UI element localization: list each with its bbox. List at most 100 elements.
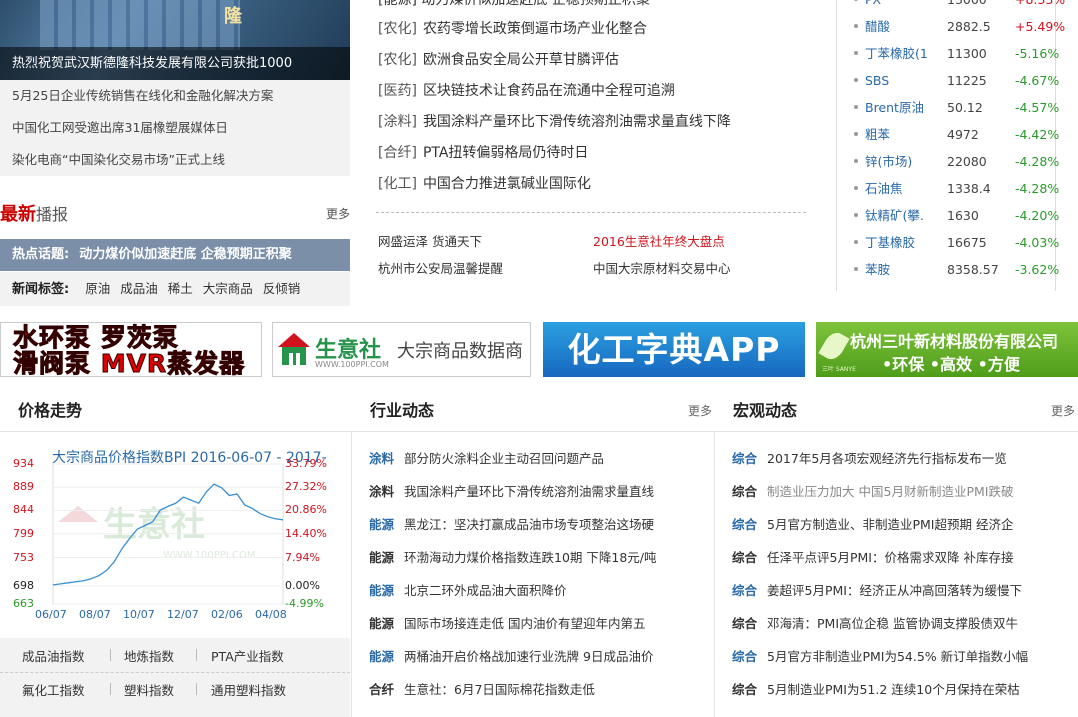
news-item[interactable]: 能源 黑龙江：坚决打赢成品油市场专项整治这场硬	[369, 516, 699, 534]
news-text[interactable]: 部分防火涂料企业主动召回问题产品	[404, 451, 604, 466]
news-item[interactable]: [化工] 中国合力推进氯碱业国际化	[378, 174, 798, 194]
commodity-name[interactable]: SBS	[865, 67, 889, 94]
commodity-name[interactable]: 苯胺	[865, 256, 890, 283]
news-item[interactable]: 综合 姜超评5月PMI：经济正从冲高回落转为缓慢下	[732, 582, 1062, 600]
news-item[interactable]: [能源] 动力煤价似加速赶底 企稳预期正积聚	[378, 0, 798, 10]
news-text[interactable]: 欧洲食品安全局公开草甘膦评估	[423, 52, 619, 68]
news-item[interactable]: 能源 国际市场接连走低 国内油价有望迎年内第五	[369, 615, 699, 633]
news-item[interactable]: [医药] 区块链技术让食药品在流通中全程可追溯	[378, 81, 798, 101]
news-category[interactable]: 综合	[732, 682, 757, 697]
industry-more-link[interactable]: 更多	[688, 402, 712, 419]
news-item[interactable]: 能源 北京二环外成品油大面积降价	[369, 582, 699, 600]
news-category[interactable]: 综合	[732, 517, 757, 532]
promo-link[interactable]: 网盛运泽 货通天下	[378, 231, 482, 250]
index-link[interactable]: 塑料指数	[124, 680, 174, 699]
tag-link[interactable]: 原油	[85, 281, 110, 296]
commodity-name[interactable]: 钛精矿(攀.	[865, 202, 924, 229]
news-item[interactable]: 综合 任泽平点评5月PMI：价格需求双降 补库存接	[732, 549, 1062, 567]
news-category[interactable]: 综合	[732, 550, 757, 565]
news-category[interactable]: 综合	[732, 451, 757, 466]
news-text[interactable]: 国际市场接连走低 国内油价有望迎年内第五	[404, 616, 645, 631]
news-item[interactable]: 综合 5月官方非制造业PMI为54.5% 新订单指数小幅	[732, 648, 1062, 666]
promo-link[interactable]: 中国大宗原材料交易中心	[593, 258, 731, 277]
price-row[interactable]: PX 13000 +8.33%	[837, 0, 1078, 13]
news-text[interactable]: 制造业压力加大 中国5月财新制造业PMI跌破	[767, 484, 1013, 499]
promo-link[interactable]: 杭州市公安局温馨提醒	[378, 258, 503, 277]
news-text[interactable]: 5月官方制造业、非制造业PMI超预期 经济企	[767, 517, 1013, 532]
news-item[interactable]: 综合 制造业压力加大 中国5月财新制造业PMI跌破	[732, 483, 1062, 501]
price-row[interactable]: 石油焦 1338.4 -4.28%	[837, 175, 1078, 202]
news-category[interactable]: 能源	[369, 616, 394, 631]
news-category[interactable]: 能源	[369, 550, 394, 565]
news-text[interactable]: 生意社：6月7日国际棉花指数走低	[404, 682, 595, 697]
commodity-name[interactable]: 丁基橡胶	[865, 229, 915, 256]
news-text[interactable]: 农药零增长政策倒逼市场产业化整合	[423, 21, 647, 37]
commodity-name[interactable]: Brent原油	[865, 94, 924, 121]
news-category[interactable]: 涂料	[369, 451, 394, 466]
news-item[interactable]: 综合 邓海清：PMI高位企稳 监管协调支撑股债双牛	[732, 615, 1062, 633]
news-category[interactable]: 涂料	[369, 484, 394, 499]
news-category[interactable]: 能源	[369, 517, 394, 532]
index-link[interactable]: 氟化工指数	[22, 680, 85, 699]
news-item[interactable]: [合纤] PTA扭转偏弱格局仍待时日	[378, 143, 798, 163]
news-text[interactable]: 我国涂料产量环比下滑传统溶剂油需求量直线下降	[423, 114, 731, 130]
ad-sanye-banner[interactable]: 三叶 SANYE 杭州三叶新材料股份有限公司 •环保 •高效 •方便	[816, 322, 1078, 377]
news-text[interactable]: 环渤海动力煤价格指数连跌10期 下降18元/吨	[404, 550, 657, 565]
index-link[interactable]: 地炼指数	[124, 646, 174, 665]
tag-link[interactable]: 成品油	[120, 281, 158, 296]
ad-chem-dictionary-banner[interactable]: 化工字典APP	[543, 322, 805, 377]
news-category[interactable]: 综合	[732, 583, 757, 598]
news-text[interactable]: 5月官方非制造业PMI为54.5% 新订单指数小幅	[767, 649, 1028, 664]
news-item[interactable]: 综合 5月制造业PMI为51.2 连续10个月保持在荣枯	[732, 681, 1062, 699]
price-row[interactable]: Brent原油 50.12 -4.57%	[837, 94, 1078, 121]
news-text[interactable]: 黑龙江：坚决打赢成品油市场专项整治这场硬	[404, 517, 654, 532]
price-row[interactable]: 醋酸 2882.5 +5.49%	[837, 13, 1078, 40]
news-category[interactable]: 综合	[732, 484, 757, 499]
ad-pump-banner[interactable]: 水环泵 罗茨泵 滑阀泵 MVR蒸发器	[0, 322, 262, 377]
news-item[interactable]: 合纤 生意社：6月7日国际棉花指数走低	[369, 681, 699, 699]
price-row[interactable]: 粗苯 4972 -4.42%	[837, 121, 1078, 148]
price-row[interactable]: 锌(市场) 22080 -4.28%	[837, 148, 1078, 175]
commodity-name[interactable]: 丁苯橡胶(1	[865, 40, 928, 67]
latest-more-link[interactable]: 更多	[326, 205, 350, 222]
list-item[interactable]: 5月25日企业传统销售在线化和金融化解决方案	[0, 80, 350, 112]
news-item[interactable]: 涂料 部分防火涂料企业主动召回问题产品	[369, 450, 699, 468]
list-item[interactable]: 中国化工网受邀出席31届橡塑展媒体日	[0, 112, 350, 144]
news-text[interactable]: 两桶油开启价格战加速行业洗牌 9日成品油价	[404, 649, 653, 664]
news-text[interactable]: [能源] 动力煤价似加速赶底 企稳预期正积聚	[378, 0, 650, 8]
news-item[interactable]: 能源 环渤海动力煤价格指数连跌10期 下降18元/吨	[369, 549, 699, 567]
news-text[interactable]: 邓海清：PMI高位企稳 监管协调支撑股债双牛	[767, 616, 1018, 631]
price-row[interactable]: 钛精矿(攀. 1630 -4.20%	[837, 202, 1078, 229]
price-row[interactable]: 苯胺 8358.57 -3.62%	[837, 256, 1078, 283]
news-text[interactable]: 2017年5月各项宏观经济先行指标发布一览	[767, 451, 1007, 466]
tag-link[interactable]: 大宗商品	[203, 281, 253, 296]
news-item[interactable]: 涂料 我国涂料产量环比下滑传统溶剂油需求量直线	[369, 483, 699, 501]
commodity-name[interactable]: PX	[865, 0, 881, 13]
news-text[interactable]: 区块链技术让食药品在流通中全程可追溯	[423, 83, 675, 99]
bpi-chart[interactable]: 大宗商品价格指数BPI 2016-06-07 - 2017- 生意社 WWW.10…	[8, 440, 344, 630]
news-text[interactable]: PTA扭转偏弱格局仍待时日	[423, 145, 588, 161]
index-link[interactable]: 成品油指数	[22, 646, 85, 665]
list-item[interactable]: 染化电商“中国染化交易市场”正式上线	[0, 144, 350, 176]
news-category[interactable]: 综合	[732, 616, 757, 631]
news-item[interactable]: 能源 两桶油开启价格战加速行业洗牌 9日成品油价	[369, 648, 699, 666]
promo-link-highlight[interactable]: 2016生意社年终大盘点	[593, 231, 725, 250]
hot-topic-link[interactable]: 动力煤价似加速赶底 企稳预期正积聚	[79, 247, 292, 262]
ad-100ppi-banner[interactable]: 生意社 WWW.100PPI.COM 大宗商品数据商	[272, 322, 531, 377]
news-text[interactable]: 中国合力推进氯碱业国际化	[423, 176, 591, 192]
news-text[interactable]: 任泽平点评5月PMI：价格需求双降 补库存接	[767, 550, 1013, 565]
news-item[interactable]: [农化] 农药零增长政策倒逼市场产业化整合	[378, 19, 798, 39]
macro-more-link[interactable]: 更多	[1051, 402, 1075, 419]
news-item[interactable]: [涂料] 我国涂料产量环比下滑传统溶剂油需求量直线下降	[378, 112, 798, 132]
news-text[interactable]: 姜超评5月PMI：经济正从冲高回落转为缓慢下	[767, 583, 1022, 598]
price-row[interactable]: 丁苯橡胶(1 11300 -5.16%	[837, 40, 1078, 67]
price-row[interactable]: SBS 11225 -4.67%	[837, 67, 1078, 94]
news-category[interactable]: 能源	[369, 583, 394, 598]
news-category[interactable]: 综合	[732, 649, 757, 664]
tag-link[interactable]: 稀土	[168, 281, 193, 296]
price-row[interactable]: 丁基橡胶 16675 -4.03%	[837, 229, 1078, 256]
news-text[interactable]: 我国涂料产量环比下滑传统溶剂油需求量直线	[404, 484, 654, 499]
news-text[interactable]: 5月制造业PMI为51.2 连续10个月保持在荣枯	[767, 682, 1020, 697]
photo-caption[interactable]: 热烈祝贺武汉斯德隆科技发展有限公司获批1000	[0, 47, 350, 80]
news-item[interactable]: [农化] 欧洲食品安全局公开草甘膦评估	[378, 50, 798, 70]
